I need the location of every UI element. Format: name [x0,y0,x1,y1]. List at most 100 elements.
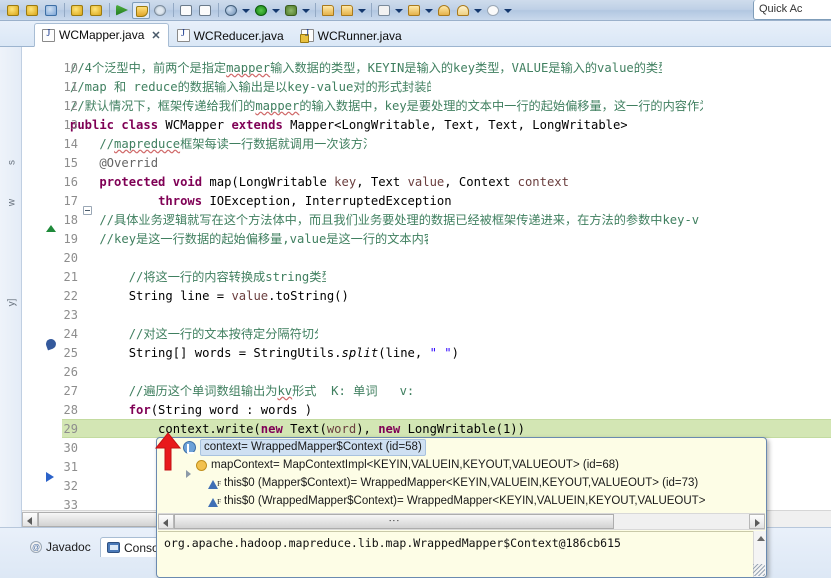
code-token: (String word : words ){ [150,403,312,417]
toolbar-separator-4 [218,3,219,17]
code-token: mapreduce [114,137,181,151]
left-stack-label-3[interactable]: y] [7,273,18,333]
code-token: 框架每读一行数据就调用一次该方法 [180,137,368,151]
line-number: 30 [63,441,78,455]
code-token: (line, [378,346,430,360]
code-line[interactable]: //具体业务逻辑就写在这个方法体中，而且我们业务要处理的数据已经被框架传递进来，… [62,211,699,230]
debug-step-into-icon[interactable] [4,2,22,19]
scroll-left-button[interactable] [22,511,38,527]
collapse-marker-icon[interactable] [46,225,56,232]
code-line[interactable]: //key是这一行数据的起始偏移量,value是这一行的文本内容 [62,230,428,249]
code-line[interactable]: throws IOException, InterruptedException… [62,192,458,211]
line-number: 14 [63,137,78,151]
popup-horizontal-scrollbar[interactable] [158,513,765,530]
code-line[interactable]: String line = value.toString(); [62,287,349,306]
code-token: mapper [226,61,271,75]
run-icon[interactable] [113,2,131,19]
code-line[interactable]: protected void map(LongWritable key, Tex… [62,173,568,192]
code-line[interactable]: String[] words = StringUtils.split(line,… [62,344,459,363]
line-number: 11 [63,80,78,94]
editor-tab-1[interactable]: WCMapper.java ✕ [34,23,169,47]
new-wizard-icon[interactable] [435,2,453,19]
run-config-chevron-down-icon[interactable] [271,2,280,19]
new-class-chevron-down-icon[interactable] [473,2,482,19]
debug-variable-list[interactable]: context= WrappedMapper$Context (id=58) ma… [157,438,766,512]
code-line[interactable]: //对这一行的文本按待定分隔符切分 [62,325,319,344]
debug-current-line-arrow-icon[interactable] [46,472,54,482]
annotation-arrow-icon [147,430,189,472]
popup-scroll-left-button[interactable] [158,514,174,529]
code-line[interactable]: //mapreduce框架每读一行数据就调用一次该方法 [62,135,367,154]
line-number: 12 [63,99,78,113]
code-line[interactable]: for(String word : words ){ [62,401,312,420]
run-config-icon[interactable] [252,2,270,19]
code-line[interactable]: //默认情况下，框架传递给我们的mapper的输入数据中，key是要处理的文本中… [62,97,703,116]
search-icon[interactable] [222,2,240,19]
debug-config-chevron-down-icon[interactable] [301,2,310,19]
editor-tab-2[interactable]: WCReducer.java [169,23,293,47]
code-line[interactable]: //将这一行的内容转换成string类型 [62,268,326,287]
external-tools-icon[interactable] [375,2,393,19]
debug-use-step-filters-icon[interactable] [87,2,105,19]
popup-hscroll-thumb[interactable] [174,514,614,529]
folder-chevron-down-icon[interactable] [357,2,366,19]
debug-variable-row[interactable]: context= WrappedMapper$Context (id=58) [157,438,766,456]
popup-scroll-right-button[interactable] [749,514,765,529]
code-line[interactable]: //map 和 reduce的数据输入输出是以key-value对的形式封装的 [62,78,431,97]
line-number: 10 [63,61,78,75]
external-tools-chevron-down-icon[interactable] [394,2,403,19]
debug-variable-row[interactable]: mapContext= MapContextImpl<KEYIN,VALUEIN… [157,456,766,478]
code-token: public class [70,118,166,132]
debug-variable-row[interactable]: this$0 (WrappedMapper$Context)= WrappedM… [157,492,766,511]
tab-javadoc[interactable]: @ Javadoc [24,537,97,557]
code-line[interactable]: //4个泛型中，前两个是指定mapper输入数据的类型，KEYIN是输入的key… [62,59,662,78]
code-token: word [326,422,357,436]
code-token: WCMapper [165,118,232,132]
new-java-icon[interactable] [405,2,423,19]
code-token: //具体业务逻辑就写在这个方法体中，而且我们业务要处理的数据已经被框架传递进来，… [70,213,699,227]
line-number: 24 [63,327,78,341]
code-line[interactable]: //遍历这个单词数组输出为kv形式 K: 单词 v: 1 [62,382,421,401]
line-number: 16 [63,175,78,189]
quick-access-input[interactable]: Quick Ac [753,0,831,20]
code-token: " " [429,346,452,360]
code-line[interactable]: public class WCMapper extends Mapper<Lon… [62,116,627,135]
code-token: 输入数据的类型，KEYIN是输入的key类型，VALUE是输入的value的类型 [270,61,663,75]
new-package-chevron-down-icon[interactable] [503,2,512,19]
toolbar-separator-5 [315,3,316,17]
open-folder-icon[interactable] [338,2,356,19]
new-java-chevron-down-icon[interactable] [424,2,433,19]
open-type-icon[interactable] [177,2,195,19]
open-resource-icon[interactable] [319,2,337,19]
debug-variable-hover-popup[interactable]: context= WrappedMapper$Context (id=58) ma… [156,437,767,578]
code-token: , Context [444,175,518,189]
debug-drop-to-frame-icon[interactable] [68,2,86,19]
left-view-stack: s w y] [0,47,22,527]
code-token: new [378,422,408,436]
popup-resize-handle[interactable] [753,564,765,576]
console-icon [107,542,120,553]
code-token: key [334,175,357,189]
code-token: protected void [99,175,210,189]
line-number: 29 [63,422,78,436]
debug-variable-row[interactable]: this$0 (Mapper$Context)= WrappedMapper<K… [157,474,766,493]
close-icon[interactable]: ✕ [151,29,160,42]
code-token: ), [356,422,379,436]
debug-step-return-icon[interactable] [42,2,60,19]
gear-icon[interactable] [151,2,169,19]
skip-breakpoints-icon[interactable] [132,1,150,19]
variable-field-icon [196,459,207,471]
debug-config-icon[interactable] [282,2,300,19]
chevron-down-icon[interactable] [241,2,250,19]
left-stack-label-2[interactable]: w [7,173,18,233]
debug-step-over-icon[interactable] [23,2,41,19]
new-class-icon[interactable] [454,2,472,19]
code-token: //map 和 reduce的数据输入输出是以key-value对的形式封装的 [70,80,431,94]
new-package-icon[interactable] [484,2,502,19]
open-task-icon[interactable] [196,2,214,19]
fold-collapse-icon[interactable] [83,206,92,215]
editor-tab-3[interactable]: WCRunner.java [293,23,411,47]
code-token: 形式 K: 单词 v: 1 [292,384,421,398]
debug-detail-pane: org.apache.hadoop.mapreduce.lib.map.Wrap… [158,531,766,577]
code-token: 的输入数据中，key是要处理的文本中一行的起始偏移量，这一行的内容作为 [299,99,704,113]
